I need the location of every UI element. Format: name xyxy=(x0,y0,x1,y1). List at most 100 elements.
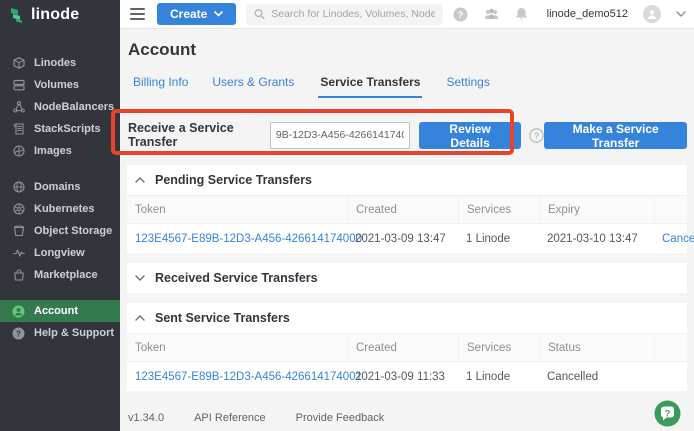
svg-text:?: ? xyxy=(665,409,671,420)
sidebar-item-label: Marketplace xyxy=(34,269,98,281)
pending-transfers-panel: Pending Service Transfers Token Created … xyxy=(127,165,687,253)
help-tooltip-icon[interactable]: ? xyxy=(529,128,544,143)
footer-version-link[interactable]: v1.34.0 xyxy=(128,412,164,424)
help-icon: ? xyxy=(12,327,25,340)
notifications-bell-icon[interactable] xyxy=(515,7,528,22)
cancel-link[interactable]: Cancel xyxy=(654,233,694,245)
sent-table-header: Token Created Services Status xyxy=(127,333,687,361)
section-title: Received Service Transfers xyxy=(155,271,318,285)
account-menu-chevron-icon[interactable] xyxy=(676,11,686,17)
chat-bubble-question-icon: ? xyxy=(654,400,681,427)
tab-settings[interactable]: Settings xyxy=(446,75,489,98)
pending-table-header: Token Created Services Expiry xyxy=(127,195,687,223)
review-details-button[interactable]: Review Details xyxy=(419,122,521,149)
help-chat-button[interactable]: ? xyxy=(654,400,681,427)
sidebar-item-stackscripts[interactable]: StackScripts xyxy=(0,118,120,140)
collapse-chevron-down-icon xyxy=(135,275,145,281)
sidebar-item-label: Longview xyxy=(34,247,85,259)
volumes-icon xyxy=(12,79,25,91)
create-button[interactable]: Create xyxy=(157,3,236,25)
main-content: Account Billing Info Users & Grants Serv… xyxy=(120,29,694,431)
search-icon xyxy=(254,8,265,20)
marketplace-icon xyxy=(12,269,25,281)
table-row: 123E4567-E89B-12D3-A456-426614174001 202… xyxy=(127,361,687,391)
sidebar-item-kubernetes[interactable]: Kubernetes xyxy=(0,198,120,220)
section-title: Pending Service Transfers xyxy=(155,173,312,187)
linode-cloud-manager: linode Linodes Volumes NodeBalancers xyxy=(0,0,694,431)
tab-service-transfers[interactable]: Service Transfers xyxy=(318,75,422,98)
sidebar-item-volumes[interactable]: Volumes xyxy=(0,74,120,96)
sidebar-item-label: Volumes xyxy=(34,79,79,91)
sent-section-header[interactable]: Sent Service Transfers xyxy=(127,303,687,333)
sidebar-item-account[interactable]: Account xyxy=(0,300,120,322)
chevron-down-icon xyxy=(214,11,223,17)
received-section-header[interactable]: Received Service Transfers xyxy=(127,263,687,293)
topbar-icons: ? linode_demo512 xyxy=(453,5,686,23)
create-button-label: Create xyxy=(170,7,207,21)
sidebar-item-label: NodeBalancers xyxy=(34,101,114,113)
sidebar-group-account: Account ? Help & Support xyxy=(0,300,120,344)
sidebar-item-images[interactable]: Images xyxy=(0,140,120,162)
sidebar-item-nodebalancers[interactable]: NodeBalancers xyxy=(0,96,120,118)
column-header-expiry: Expiry xyxy=(539,196,654,223)
transfer-token-link[interactable]: 123E4567-E89B-12D3-A456-426614174000 xyxy=(127,233,347,245)
page-title: Account xyxy=(128,40,687,60)
section-title: Sent Service Transfers xyxy=(155,311,290,325)
pending-section-header[interactable]: Pending Service Transfers xyxy=(127,165,687,195)
column-header-services: Services xyxy=(458,196,539,223)
sidebar-item-linodes[interactable]: Linodes xyxy=(0,52,120,74)
transfer-token-input[interactable] xyxy=(270,122,410,149)
domains-icon xyxy=(12,181,25,193)
sidebar-item-label: Kubernetes xyxy=(34,203,95,215)
footer: v1.34.0 API Reference Provide Feedback xyxy=(128,412,687,424)
sent-transfers-panel: Sent Service Transfers Token Created Ser… xyxy=(127,303,687,391)
services-cell: 1 Linode xyxy=(458,371,539,383)
linode-logo-text: linode xyxy=(31,6,79,24)
sidebar-group-services: Domains Kubernetes Object Storage Longvi… xyxy=(0,176,120,286)
images-icon xyxy=(12,145,25,157)
nodebalancers-icon xyxy=(12,101,25,113)
transfer-token-link[interactable]: 123E4567-E89B-12D3-A456-426614174001 xyxy=(127,371,347,383)
sidebar-item-help-support[interactable]: ? Help & Support xyxy=(0,322,120,344)
account-icon xyxy=(12,305,25,318)
column-header-token: Token xyxy=(127,196,347,223)
menu-toggle-button[interactable] xyxy=(128,4,147,24)
user-avatar[interactable] xyxy=(643,5,661,23)
sidebar-item-label: Account xyxy=(34,305,78,317)
column-header-created: Created xyxy=(347,196,458,223)
sidebar-item-label: StackScripts xyxy=(34,123,101,135)
collapse-chevron-up-icon xyxy=(135,315,145,321)
column-header-status: Status xyxy=(539,334,654,361)
sidebar-item-object-storage[interactable]: Object Storage xyxy=(0,220,120,242)
search-input[interactable] xyxy=(271,8,434,20)
sidebar-item-longview[interactable]: Longview xyxy=(0,242,120,264)
column-header-actions xyxy=(654,196,687,223)
tab-bar: Billing Info Users & Grants Service Tran… xyxy=(133,75,687,98)
community-icon[interactable] xyxy=(483,8,500,21)
footer-api-reference-link[interactable]: API Reference xyxy=(194,412,266,424)
sidebar-item-label: Help & Support xyxy=(34,327,114,339)
expiry-cell: 2021-03-10 13:47 xyxy=(539,233,654,245)
footer-provide-feedback-link[interactable]: Provide Feedback xyxy=(296,412,385,424)
collapse-chevron-up-icon xyxy=(135,177,145,183)
receive-transfer-label: Receive a Service Transfer xyxy=(128,121,261,149)
tab-billing-info[interactable]: Billing Info xyxy=(133,75,188,98)
sidebar-item-label: Linodes xyxy=(34,57,76,69)
username-label: linode_demo512 xyxy=(547,8,628,20)
linode-logo[interactable]: linode xyxy=(0,0,120,29)
receive-transfer-row: Receive a Service Transfer Review Detail… xyxy=(128,121,687,149)
svg-text:?: ? xyxy=(457,10,463,21)
help-circle-icon[interactable]: ? xyxy=(453,7,468,22)
tab-users-grants[interactable]: Users & Grants xyxy=(212,75,294,98)
kubernetes-icon xyxy=(12,203,25,215)
svg-text:?: ? xyxy=(16,329,21,338)
make-service-transfer-button[interactable]: Make a Service Transfer xyxy=(544,122,687,149)
sidebar-item-domains[interactable]: Domains xyxy=(0,176,120,198)
sidebar-group-compute: Linodes Volumes NodeBalancers StackScrip… xyxy=(0,52,120,162)
object-storage-icon xyxy=(12,225,25,237)
svg-text:?: ? xyxy=(534,130,539,140)
longview-icon xyxy=(12,247,25,259)
search-bar[interactable] xyxy=(246,4,442,25)
sidebar-item-marketplace[interactable]: Marketplace xyxy=(0,264,120,286)
received-transfers-panel: Received Service Transfers xyxy=(127,263,687,293)
